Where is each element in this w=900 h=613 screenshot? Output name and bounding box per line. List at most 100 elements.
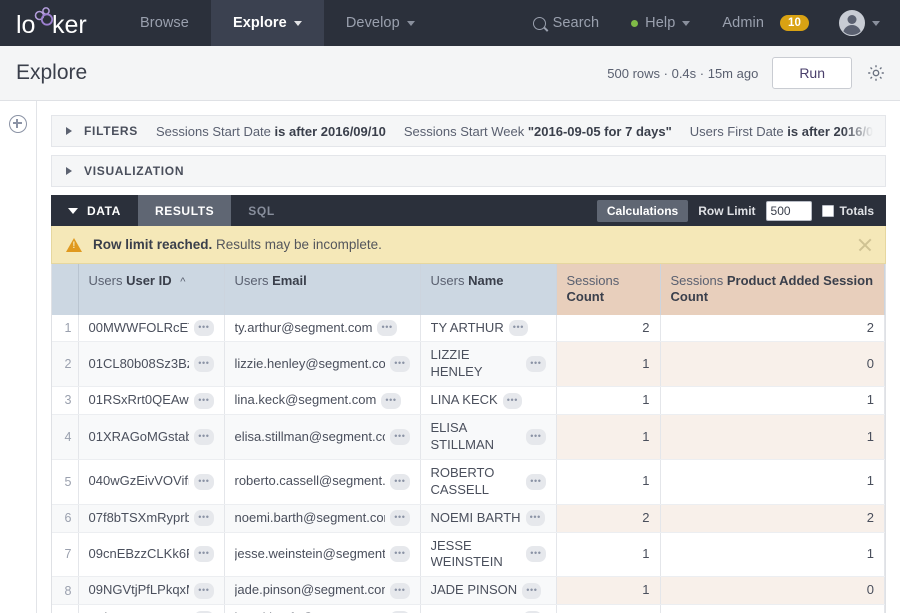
filter-chip[interactable]: Users First Date is after 2016/09/10: [690, 124, 885, 139]
looker-logo[interactable]: lo ker: [0, 0, 118, 46]
cell-text: 01RSxRrt0QEAwJCq: [89, 392, 190, 409]
cell-product-added-session-count: 2: [660, 504, 885, 532]
cell-menu-icon[interactable]: •••: [526, 510, 545, 526]
warning-detail-text: Results may be incomplete.: [212, 237, 382, 252]
cell-menu-icon[interactable]: •••: [194, 546, 213, 562]
cell-menu-icon[interactable]: •••: [194, 510, 213, 526]
sort-asc-icon[interactable]: ^: [180, 276, 185, 290]
cell-menu-icon[interactable]: •••: [194, 356, 213, 372]
active-filters-list: Sessions Start Date is after 2016/09/10 …: [156, 124, 885, 139]
cell-text: elisa.stillman@segment.com: [235, 429, 386, 446]
table-row[interactable]: 709cnEBzzCLKk6FbC•••jesse.weinstein@segm…: [52, 532, 885, 577]
row-limit-input[interactable]: [766, 201, 812, 221]
cell-menu-icon[interactable]: •••: [377, 320, 396, 336]
column-header-product-added[interactable]: Sessions Product Added Session Count: [660, 264, 885, 315]
table-row[interactable]: 301RSxRrt0QEAwJCq•••lina.keck@segment.co…: [52, 387, 885, 415]
calculations-button[interactable]: Calculations: [597, 200, 688, 222]
table-row[interactable]: 5040wGzEivVOVifm6•••roberto.cassell@segm…: [52, 459, 885, 504]
row-number-cell: 7: [52, 532, 78, 577]
visualization-bar[interactable]: VISUALIZATION: [51, 155, 886, 187]
plus-circle-icon[interactable]: [9, 115, 27, 133]
cell-text: JESSE WEINSTEIN: [431, 538, 522, 572]
table-row[interactable]: 809NGVtjPfLPkqxMy•••jade.pinson@segment.…: [52, 577, 885, 605]
cell-menu-icon[interactable]: •••: [522, 583, 541, 599]
cell-menu-icon[interactable]: •••: [194, 393, 213, 409]
gear-icon[interactable]: [866, 63, 886, 83]
chevron-down-icon: [407, 21, 415, 26]
close-icon[interactable]: [857, 237, 873, 253]
cell-menu-icon[interactable]: •••: [194, 320, 213, 336]
table-row[interactable]: 90Ai6GNCGszHC4qlF•••jamal.keefe@segment.…: [52, 605, 885, 613]
cell-menu-icon[interactable]: •••: [526, 429, 545, 445]
chevron-right-icon[interactable]: [66, 167, 72, 175]
tab-data[interactable]: DATA: [51, 195, 138, 226]
cell-email: lizzie.henley@segment.com•••: [224, 342, 420, 387]
tab-label: RESULTS: [155, 204, 214, 218]
cell-product-added-session-count: 1: [660, 387, 885, 415]
cell-menu-icon[interactable]: •••: [390, 429, 409, 445]
cell-menu-icon[interactable]: •••: [194, 474, 213, 490]
cell-menu-icon[interactable]: •••: [526, 474, 545, 490]
cell-name: TY ARTHUR •••: [420, 315, 556, 342]
cell-menu-icon[interactable]: •••: [390, 474, 409, 490]
cell-text: roberto.cassell@segment.com: [235, 473, 386, 490]
chevron-right-icon[interactable]: [66, 127, 72, 135]
run-button[interactable]: Run: [772, 57, 852, 89]
chevron-down-icon: [872, 21, 880, 26]
tab-results[interactable]: RESULTS: [138, 195, 231, 226]
filters-bar[interactable]: FILTERS Sessions Start Date is after 201…: [51, 115, 886, 147]
cell-menu-icon[interactable]: •••: [390, 510, 409, 526]
row-number-cell: 9: [52, 605, 78, 613]
table-row[interactable]: 401XRAGoMGstabzol•••elisa.stillman@segme…: [52, 415, 885, 460]
help-label: Help: [645, 15, 675, 31]
cell-menu-icon[interactable]: •••: [390, 546, 409, 562]
cell-name: JADE PINSON•••: [420, 577, 556, 605]
filter-chip[interactable]: Sessions Start Date is after 2016/09/10: [156, 124, 386, 139]
table-row[interactable]: 201CL80b08Sz3Bzh1•••lizzie.henley@segmen…: [52, 342, 885, 387]
column-header-user-id[interactable]: Users User ID ^: [78, 264, 224, 315]
cell-menu-icon[interactable]: •••: [390, 583, 409, 599]
cell-menu-icon[interactable]: •••: [194, 429, 213, 445]
cell-menu-icon[interactable]: •••: [503, 393, 522, 409]
cell-text: TY ARTHUR: [431, 320, 504, 337]
tab-sql[interactable]: SQL: [231, 195, 291, 226]
chevron-down-icon: [682, 21, 690, 26]
totals-checkbox[interactable]: [822, 205, 834, 217]
row-number-cell: 2: [52, 342, 78, 387]
data-tab-strip: DATA RESULTS SQL Calculations Row Limit …: [51, 195, 886, 226]
results-table-wrapper: Users User ID ^ Users Email Users Name: [51, 264, 886, 613]
table-row[interactable]: 100MWWFOLRcETcTCf•••ty.arthur@segment.co…: [52, 315, 885, 342]
top-navigation-bar: lo ker Browse Explore Develop Search Hel…: [0, 0, 900, 46]
filter-value: is after 2016/09/10: [787, 124, 885, 139]
admin-badge: 10: [780, 15, 809, 31]
filters-label: FILTERS: [84, 124, 138, 138]
cell-product-added-session-count: 1: [660, 532, 885, 577]
column-header-email[interactable]: Users Email: [224, 264, 420, 315]
cell-menu-icon[interactable]: •••: [194, 583, 213, 599]
totals-toggle[interactable]: Totals: [822, 204, 874, 218]
cell-menu-icon[interactable]: •••: [390, 356, 409, 372]
search-button[interactable]: Search: [517, 15, 616, 31]
cell-user-id: 07f8bTSXmRyprb1R•••: [78, 504, 224, 532]
cell-name: NOEMI BARTH•••: [420, 504, 556, 532]
admin-menu[interactable]: Admin 10: [706, 15, 825, 31]
nav-item-explore[interactable]: Explore: [211, 0, 324, 46]
cell-menu-icon[interactable]: •••: [509, 320, 528, 336]
cell-text: LIZZIE HENLEY: [431, 347, 522, 381]
cell-menu-icon[interactable]: •••: [526, 546, 545, 562]
cell-product-added-session-count: 1: [660, 605, 885, 613]
nav-item-develop[interactable]: Develop: [324, 0, 437, 46]
cell-menu-icon[interactable]: •••: [526, 356, 545, 372]
filter-chip[interactable]: Sessions Start Week "2016-09-05 for 7 da…: [404, 124, 672, 139]
avatar: [839, 10, 865, 36]
column-header-sessions-count[interactable]: Sessions Count: [556, 264, 660, 315]
user-menu[interactable]: [825, 10, 886, 36]
help-menu[interactable]: Help: [615, 15, 706, 31]
table-row[interactable]: 607f8bTSXmRyprb1R•••noemi.barth@segment.…: [52, 504, 885, 532]
cell-menu-icon[interactable]: •••: [381, 393, 400, 409]
nav-item-label: Develop: [346, 15, 400, 31]
row-number-cell: 8: [52, 577, 78, 605]
column-header-name[interactable]: Users Name: [420, 264, 556, 315]
cell-email: ty.arthur@segment.com•••: [224, 315, 420, 342]
nav-item-browse[interactable]: Browse: [118, 0, 211, 46]
